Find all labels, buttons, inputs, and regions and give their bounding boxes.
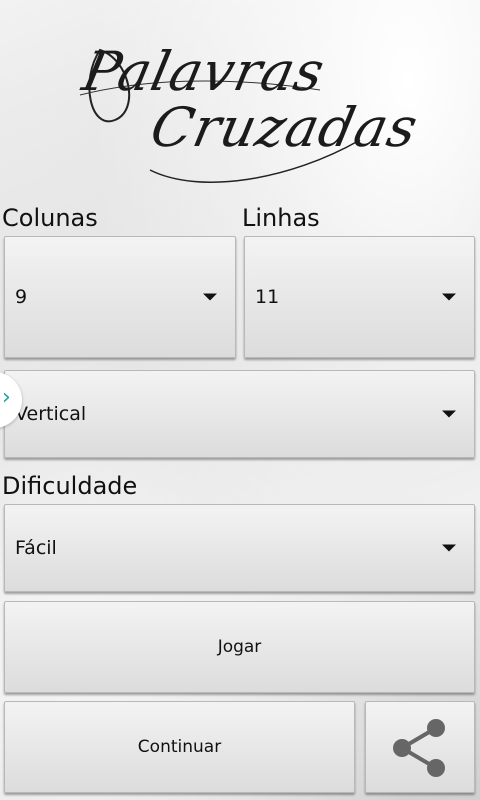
share-button[interactable] (365, 701, 475, 793)
continue-button[interactable]: Continuar (4, 701, 355, 793)
rows-label: Linhas (242, 204, 320, 232)
rows-value: 11 (255, 286, 280, 308)
rows-spinner[interactable]: 11 (244, 236, 475, 358)
chevron-right-icon: › (2, 385, 11, 410)
caret-down-icon (203, 293, 217, 301)
orientation-spinner[interactable]: Vertical (4, 370, 475, 458)
columns-label: Colunas (2, 204, 98, 232)
app-logo: Palavras Cruzadas (0, 0, 480, 200)
orientation-value: Vertical (15, 403, 87, 425)
logo-text-line2: Cruzadas (145, 96, 424, 159)
play-button[interactable]: Jogar (4, 601, 475, 693)
difficulty-value: Fácil (15, 537, 57, 559)
share-icon (393, 719, 445, 777)
caret-down-icon (442, 293, 456, 301)
caret-down-icon (442, 410, 456, 418)
caret-down-icon (442, 544, 456, 552)
continue-button-label: Continuar (137, 737, 222, 757)
logo-text-line1: Palavras (77, 40, 331, 103)
difficulty-spinner[interactable]: Fácil (4, 504, 475, 592)
columns-value: 9 (15, 286, 28, 308)
columns-spinner[interactable]: 9 (4, 236, 236, 358)
difficulty-label: Dificuldade (2, 472, 138, 500)
play-button-label: Jogar (217, 637, 262, 657)
